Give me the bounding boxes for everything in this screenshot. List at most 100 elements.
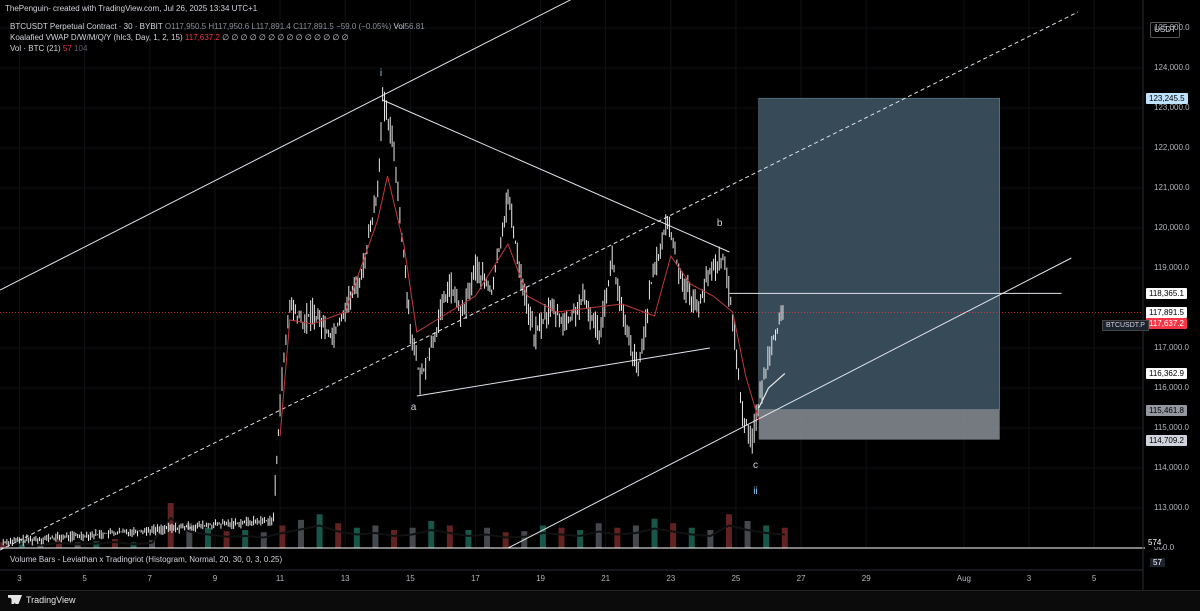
volume-bar	[93, 541, 100, 548]
profit-zone[interactable]	[758, 97, 1000, 410]
price-label: 116,362.9	[1146, 368, 1187, 380]
volume-bar	[744, 521, 751, 548]
volume-histogram	[0, 503, 788, 548]
volume-bar	[688, 527, 695, 548]
high-value: 117,950.6	[214, 22, 250, 31]
time-tick: 29	[861, 574, 871, 583]
price-tick: 123,000.0	[1154, 103, 1190, 112]
volume-bar	[465, 530, 472, 548]
time-tick: 9	[212, 574, 218, 583]
time-tick: 3	[17, 574, 22, 583]
time-tick: 15	[405, 574, 415, 583]
volume-bar	[632, 525, 639, 548]
volume-bar	[595, 523, 602, 548]
wave-label[interactable]: c	[753, 460, 758, 471]
volume-bar	[781, 527, 788, 548]
price-label: 114,709.2	[1146, 434, 1187, 446]
volume-bar	[614, 527, 621, 548]
price-tick: 121,000.0	[1154, 183, 1190, 192]
volume-bar	[558, 527, 565, 548]
change-value: −59.0 (−0.05%)	[336, 22, 392, 31]
price-tick: 120,000.0	[1154, 223, 1190, 232]
price-tick: 116,000.0	[1154, 383, 1189, 392]
time-tick: 7	[147, 574, 153, 583]
volume-bar	[725, 514, 732, 548]
volume-pane-title[interactable]: Volume Bars - Leviathan x Tradingriot (H…	[10, 555, 282, 564]
volume-bar	[446, 525, 453, 548]
volume-bar	[484, 527, 491, 548]
volume-bar	[242, 530, 249, 548]
price-tick: 114,000.0	[1154, 463, 1189, 472]
price-series	[2, 87, 786, 547]
symbol-legend[interactable]: BTCUSDT Perpetual Contract · 30 · BYBIT …	[10, 22, 425, 31]
wave-label[interactable]: i	[380, 68, 382, 79]
symbol-tag: BTCUSDT.P	[1102, 320, 1149, 331]
price-tick: 113,000.0	[1154, 503, 1189, 512]
wave-label[interactable]: b	[717, 218, 723, 229]
volume-axis-value: 574	[1146, 538, 1164, 547]
volume-bar	[651, 518, 658, 548]
volume-bar	[763, 525, 770, 548]
price-label: 115,461.8	[1146, 404, 1187, 416]
author-line: ThePenguin- created with TradingView.com…	[5, 4, 258, 13]
price-label: 117,637.2	[1146, 317, 1187, 329]
time-tick: 27	[796, 574, 806, 583]
time-tick: 25	[731, 574, 741, 583]
trendline-i-to-b[interactable]	[382, 99, 730, 253]
price-tick: 115,000.0	[1154, 423, 1189, 432]
stop-zone[interactable]	[758, 409, 1000, 440]
price-label: 123,245.5	[1146, 93, 1188, 105]
time-tick: 17	[470, 574, 480, 583]
volume-bar	[353, 527, 360, 548]
volume-bar	[409, 527, 416, 548]
trendline-upper-channel[interactable]	[0, 0, 625, 291]
symbol-name[interactable]: BTCUSDT Perpetual Contract · 30 · BYBIT	[10, 22, 163, 31]
volume-bar	[391, 530, 398, 548]
price-label: 118,365.1	[1146, 288, 1187, 300]
wave-label[interactable]: ii	[753, 486, 757, 497]
vwap-name[interactable]: Koalafied VWAP D/W/M/Q/Y (hlc3, Day, 1, …	[10, 33, 183, 42]
trendline-a-to-c-base[interactable]	[416, 347, 710, 397]
vwap-line	[279, 175, 760, 437]
price-tick: 119,000.0	[1154, 263, 1189, 272]
tradingview-logo-icon	[8, 595, 22, 604]
volume-bar	[335, 523, 342, 548]
wave-label[interactable]: a	[411, 402, 417, 413]
time-tick: 23	[666, 574, 676, 583]
volume-bar	[670, 523, 677, 548]
volume-bar	[316, 514, 323, 548]
tradingview-logo[interactable]: TradingView	[8, 595, 76, 605]
price-tick: 125,000.0	[1154, 23, 1190, 32]
vol-value: 56.81	[404, 22, 425, 31]
low-value: 117,891.4	[255, 22, 291, 31]
position-tool[interactable]	[758, 97, 1000, 440]
time-tick: 5	[82, 574, 87, 583]
close-value: 117,891.5	[298, 22, 334, 31]
volbtc-value: 57	[62, 44, 72, 53]
volume-bar	[223, 531, 230, 548]
time-tick: 5	[1091, 574, 1097, 583]
footer-brand: TradingView	[26, 595, 76, 605]
volume-bar	[111, 539, 118, 548]
volume-bar	[502, 532, 509, 548]
time-tick: 21	[601, 574, 611, 583]
volbtc-value-2: 104	[74, 44, 88, 53]
vol-label: Vol	[393, 22, 405, 31]
volume-bar	[372, 525, 379, 548]
volume-bar	[297, 519, 304, 548]
volbtc-name[interactable]: Vol · BTC (21)	[10, 44, 61, 53]
volbtc-legend[interactable]: Vol · BTC (21) 57 104	[10, 44, 87, 53]
chart-canvas[interactable]	[0, 0, 1200, 610]
vwap-value: 117,637.2	[184, 33, 220, 42]
time-tick: Aug	[956, 574, 972, 583]
price-tick: 124,000.0	[1154, 63, 1190, 72]
volume-pane-value: 57	[1150, 558, 1165, 567]
open-value: 117,950.5	[171, 22, 207, 31]
volume-bar	[577, 530, 584, 548]
volume-bar	[428, 521, 435, 548]
vwap-empty-values: ∅ ∅ ∅ ∅ ∅ ∅ ∅ ∅ ∅ ∅ ∅ ∅ ∅ ∅	[222, 33, 349, 42]
price-tick: 122,000.0	[1154, 143, 1190, 152]
time-tick: 19	[536, 574, 546, 583]
time-tick: 11	[275, 574, 285, 583]
vwap-legend[interactable]: Koalafied VWAP D/W/M/Q/Y (hlc3, Day, 1, …	[10, 33, 349, 42]
